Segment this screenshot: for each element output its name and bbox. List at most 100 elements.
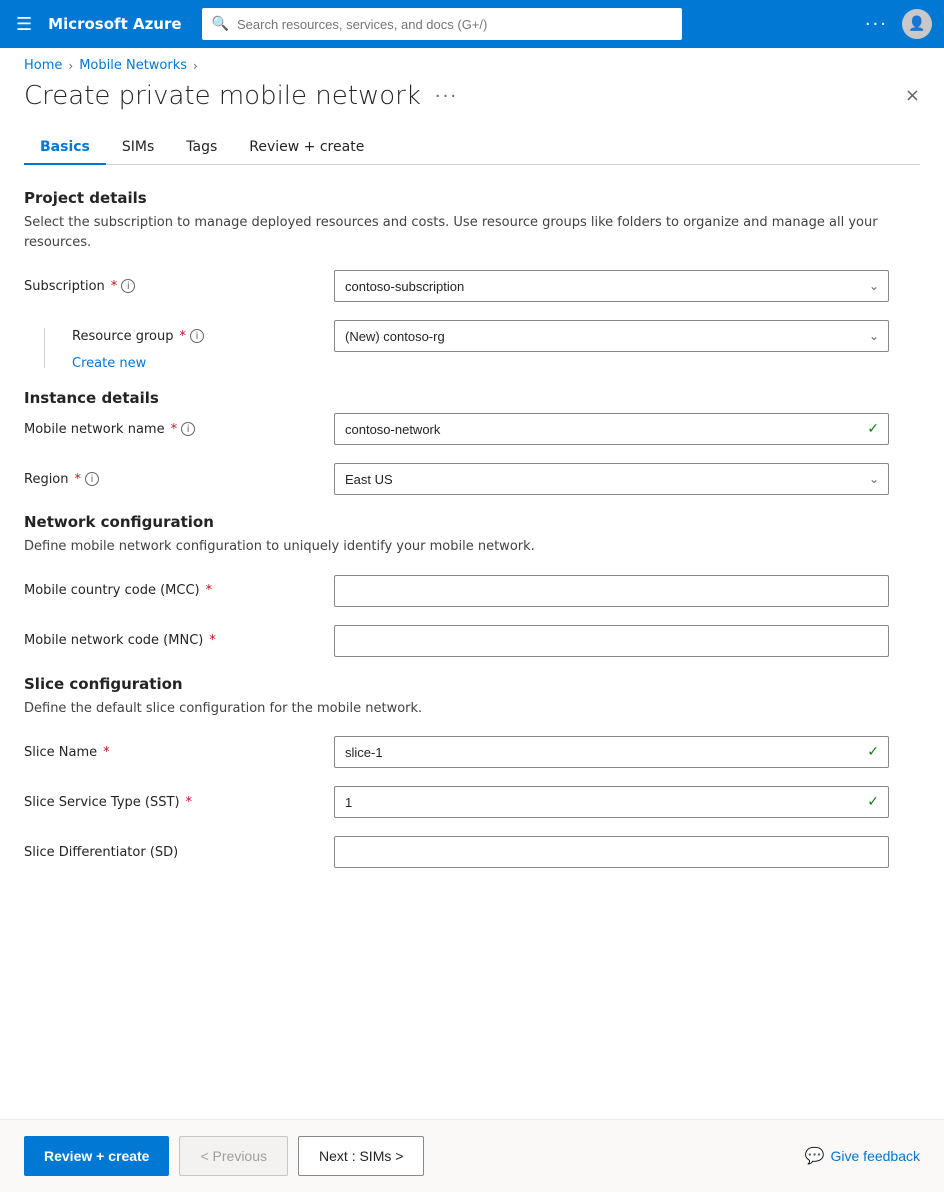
sd-control: [334, 836, 889, 868]
subscription-required: *: [111, 279, 118, 294]
subscription-info-icon[interactable]: i: [121, 279, 135, 293]
feedback-icon: 💬: [805, 1146, 825, 1166]
mnc-label: Mobile network code (MNC) *: [24, 633, 334, 648]
slice-name-input-wrapper: ✓: [334, 736, 889, 768]
sd-input[interactable]: [334, 836, 889, 868]
tab-basics[interactable]: Basics: [24, 131, 106, 165]
network-name-info-icon[interactable]: i: [181, 422, 195, 436]
breadcrumb: Home › Mobile Networks ›: [0, 48, 944, 73]
mnc-control: [334, 625, 889, 657]
hamburger-icon[interactable]: ☰: [12, 10, 36, 39]
vertical-line: [44, 328, 45, 368]
rg-content: Resource group * i (New) contoso-rg ⌄ Cr…: [72, 320, 920, 371]
sd-label: Slice Differentiator (SD): [24, 845, 334, 860]
mnc-row: Mobile network code (MNC) *: [24, 625, 920, 657]
give-feedback-button[interactable]: 💬 Give feedback: [805, 1146, 920, 1166]
subscription-row: Subscription * i contoso-subscription ⌄: [24, 270, 920, 302]
network-config-title: Network configuration: [24, 513, 920, 531]
breadcrumb-sep-2: ›: [193, 59, 198, 73]
page-title: Create private mobile network: [24, 81, 421, 111]
previous-button[interactable]: < Previous: [179, 1136, 288, 1176]
create-new-link[interactable]: Create new: [72, 356, 920, 371]
network-name-input-wrapper: ✓: [334, 413, 889, 445]
rg-dropdown-wrapper: (New) contoso-rg ⌄: [334, 320, 889, 352]
network-name-row: Mobile network name * i ✓: [24, 413, 920, 445]
sst-input[interactable]: [334, 786, 889, 818]
sd-row: Slice Differentiator (SD): [24, 836, 920, 868]
azure-logo: Microsoft Azure: [48, 15, 181, 33]
network-name-input[interactable]: [334, 413, 889, 445]
project-details-desc: Select the subscription to manage deploy…: [24, 213, 920, 252]
subscription-label: Subscription * i: [24, 279, 334, 294]
mcc-row: Mobile country code (MCC) *: [24, 575, 920, 607]
mcc-control: [334, 575, 889, 607]
network-config-desc: Define mobile network configuration to u…: [24, 537, 920, 557]
sst-input-wrapper: ✓: [334, 786, 889, 818]
next-button[interactable]: Next : SIMs >: [298, 1136, 424, 1176]
slice-name-control: ✓: [334, 736, 889, 768]
slice-config-desc: Define the default slice configuration f…: [24, 699, 920, 719]
rg-indent: [24, 320, 72, 368]
sst-row: Slice Service Type (SST) * ✓: [24, 786, 920, 818]
region-required: *: [75, 472, 82, 487]
search-icon: 🔍: [212, 16, 229, 32]
region-label: Region * i: [24, 472, 334, 487]
rg-info-icon[interactable]: i: [190, 329, 204, 343]
page-header: Create private mobile network ··· ×: [0, 73, 944, 111]
region-dropdown-wrapper: East US ⌄: [334, 463, 889, 495]
sst-required: *: [186, 795, 193, 810]
tab-sims[interactable]: SIMs: [106, 131, 170, 165]
region-row: Region * i East US ⌄: [24, 463, 920, 495]
subscription-dropdown[interactable]: contoso-subscription: [334, 270, 889, 302]
feedback-label: Give feedback: [831, 1148, 921, 1164]
region-dropdown[interactable]: East US: [334, 463, 889, 495]
review-create-button[interactable]: Review + create: [24, 1136, 169, 1176]
tab-tags[interactable]: Tags: [170, 131, 233, 165]
mcc-label: Mobile country code (MCC) *: [24, 583, 334, 598]
slice-name-input[interactable]: [334, 736, 889, 768]
slice-name-label: Slice Name *: [24, 745, 334, 760]
slice-name-required: *: [103, 745, 110, 760]
breadcrumb-sep-1: ›: [68, 59, 73, 73]
search-bar: 🔍: [202, 8, 682, 40]
sst-label: Slice Service Type (SST) *: [24, 795, 334, 810]
more-options-icon[interactable]: ···: [865, 14, 888, 35]
resource-group-label: Resource group * i: [72, 329, 334, 344]
rg-control: (New) contoso-rg ⌄: [334, 320, 889, 352]
rg-dropdown[interactable]: (New) contoso-rg: [334, 320, 889, 352]
tabs: Basics SIMs Tags Review + create: [24, 131, 920, 165]
page-options-icon[interactable]: ···: [435, 86, 458, 107]
footer: Review + create < Previous Next : SIMs >…: [0, 1119, 944, 1192]
search-input[interactable]: [237, 17, 672, 32]
slice-config-title: Slice configuration: [24, 675, 920, 693]
rg-label-control: Resource group * i (New) contoso-rg ⌄: [72, 320, 920, 352]
network-name-required: *: [171, 422, 178, 437]
breadcrumb-mobile-networks[interactable]: Mobile Networks: [79, 58, 187, 73]
network-name-check-icon: ✓: [867, 421, 879, 437]
main-content: Basics SIMs Tags Review + create Project…: [0, 111, 944, 1119]
close-icon[interactable]: ×: [905, 87, 920, 105]
instance-details-title: Instance details: [24, 389, 920, 407]
slice-name-check-icon: ✓: [867, 744, 879, 760]
slice-name-row: Slice Name * ✓: [24, 736, 920, 768]
rg-required: *: [180, 329, 187, 344]
topnav: ☰ Microsoft Azure 🔍 ··· 👤: [0, 0, 944, 48]
network-name-control: ✓: [334, 413, 889, 445]
tab-review-create[interactable]: Review + create: [233, 131, 380, 165]
sst-control: ✓: [334, 786, 889, 818]
region-control: East US ⌄: [334, 463, 889, 495]
subscription-dropdown-wrapper: contoso-subscription ⌄: [334, 270, 889, 302]
avatar[interactable]: 👤: [902, 9, 932, 39]
mcc-input[interactable]: [334, 575, 889, 607]
network-name-label: Mobile network name * i: [24, 422, 334, 437]
region-info-icon[interactable]: i: [85, 472, 99, 486]
breadcrumb-home[interactable]: Home: [24, 58, 62, 73]
mcc-required: *: [206, 583, 213, 598]
sst-check-icon: ✓: [867, 794, 879, 810]
resource-group-row: Resource group * i (New) contoso-rg ⌄ Cr…: [24, 320, 920, 371]
mnc-input[interactable]: [334, 625, 889, 657]
topnav-right: ··· 👤: [865, 9, 932, 39]
subscription-control: contoso-subscription ⌄: [334, 270, 889, 302]
mnc-required: *: [209, 633, 216, 648]
project-details-title: Project details: [24, 189, 920, 207]
